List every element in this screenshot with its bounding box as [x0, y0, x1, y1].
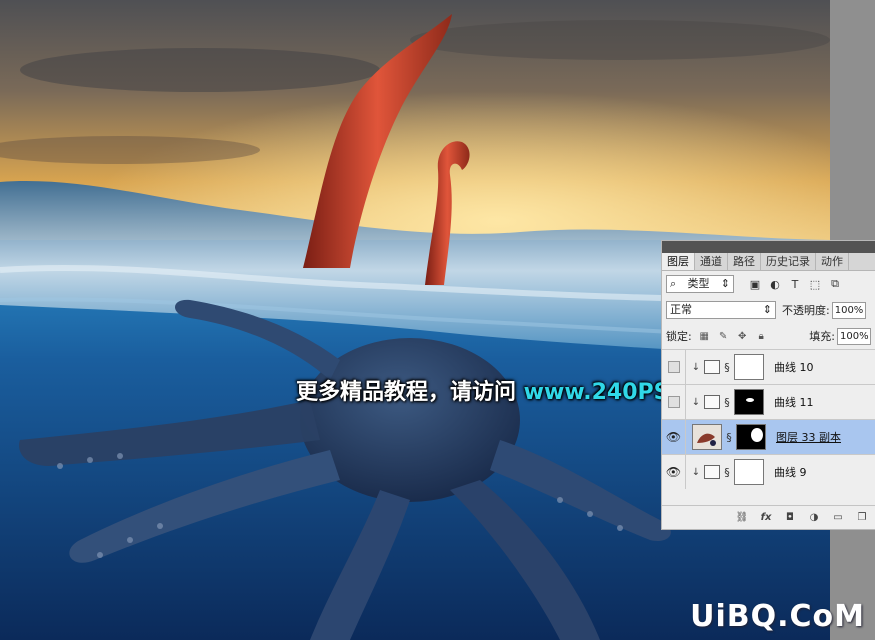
tab-channels[interactable]: 通道	[695, 253, 728, 270]
layer-mask-thumbnail[interactable]	[734, 354, 764, 380]
tab-paths[interactable]: 路径	[728, 253, 761, 270]
tab-layers[interactable]: 图层	[662, 253, 695, 270]
layer-mask-thumbnail[interactable]	[734, 459, 764, 485]
blend-mode-value: 正常	[670, 303, 692, 316]
hidden-eye-icon	[667, 361, 680, 373]
clipping-arrow-icon: ↓	[691, 361, 701, 373]
octopus-thumbnail	[693, 425, 721, 449]
link-icon[interactable]: §	[722, 466, 732, 479]
visibility-toggle[interactable]: 👁︎	[662, 455, 686, 489]
eye-icon: 👁︎	[665, 430, 682, 444]
lock-brush-icon[interactable]: ✎	[717, 330, 730, 343]
clipping-arrow-icon: ↓	[691, 466, 701, 478]
visibility-toggle[interactable]: 👁︎	[662, 420, 686, 454]
tab-actions[interactable]: 动作	[816, 253, 849, 270]
filter-value: 类型	[687, 277, 710, 290]
layer-row[interactable]: 👁︎ ↓ § 曲线 9	[662, 454, 875, 489]
blend-row: 正常 ⇕ 不透明度: 100%	[662, 297, 875, 323]
adjustment-layer-icon[interactable]: ◑	[807, 511, 821, 525]
curves-adjustment-icon	[704, 360, 720, 374]
fill-input[interactable]: 100%	[837, 327, 871, 345]
brand-logo: UiBQ.CoM	[690, 599, 865, 634]
lock-all-icon[interactable]: 🔒︎	[755, 330, 768, 343]
layer-row[interactable]: ↓ § 曲线 11	[662, 384, 875, 419]
link-icon[interactable]: §	[722, 361, 732, 374]
fx-icon[interactable]: fx	[759, 511, 773, 525]
lock-transparent-icon[interactable]: ▦	[698, 330, 711, 343]
spinner-icon: ⇕	[762, 303, 772, 316]
search-icon: ⌕	[670, 277, 677, 290]
layer-mask-thumbnail[interactable]	[736, 424, 766, 450]
link-icon[interactable]: §	[724, 431, 734, 444]
filter-row: ⌕ 类型 ⇕ ▣ ◐ T ⬚ ⧉	[662, 271, 875, 297]
layer-mask-thumbnail[interactable]	[734, 389, 764, 415]
blend-mode-select[interactable]: 正常 ⇕	[666, 301, 776, 319]
hidden-eye-icon	[667, 396, 680, 408]
mask-shape	[746, 398, 754, 402]
lock-move-icon[interactable]: ✥	[736, 330, 749, 343]
adjustment-filter-icon[interactable]: ◐	[768, 277, 782, 291]
visibility-toggle[interactable]	[662, 350, 686, 384]
visibility-toggle[interactable]	[662, 385, 686, 419]
folder-icon[interactable]: ▭	[831, 511, 845, 525]
smart-object-filter-icon[interactable]: ⧉	[828, 277, 842, 291]
panel-bottom-toolbar: ⛓ fx ◘ ◑ ▭ ❐	[662, 505, 875, 529]
layer-name[interactable]: 曲线 11	[774, 394, 814, 410]
panel-tabs: 图层 通道 路径 历史记录 动作	[662, 253, 875, 271]
link-icon[interactable]: §	[722, 396, 732, 409]
curves-adjustment-icon	[704, 395, 720, 409]
layers-panel: 图层 通道 路径 历史记录 动作 ⌕ 类型 ⇕ ▣ ◐ T ⬚ ⧉ 正常 ⇕ 不…	[661, 240, 875, 530]
link-layers-icon[interactable]: ⛓	[735, 511, 749, 525]
layer-row[interactable]: ↓ § 曲线 10	[662, 349, 875, 384]
fill-label: 填充:	[809, 330, 835, 343]
new-layer-icon[interactable]: ❐	[855, 511, 869, 525]
opacity-label: 不透明度:	[782, 304, 830, 317]
opacity-input[interactable]: 100%	[831, 301, 866, 319]
curves-adjustment-icon	[704, 465, 720, 479]
image-filter-icon[interactable]: ▣	[748, 277, 762, 291]
shape-filter-icon[interactable]: ⬚	[808, 277, 822, 291]
lock-label: 锁定:	[666, 330, 692, 343]
layer-name[interactable]: 曲线 10	[774, 359, 814, 375]
eye-icon: 👁︎	[665, 465, 682, 479]
tab-history[interactable]: 历史记录	[761, 253, 816, 270]
layer-row-selected[interactable]: 👁︎ § 图层 33 副本	[662, 419, 875, 454]
layer-thumbnail[interactable]	[692, 424, 722, 450]
add-mask-icon[interactable]: ◘	[783, 511, 797, 525]
type-filter-icon[interactable]: T	[788, 277, 802, 291]
layer-name[interactable]: 图层 33 副本	[776, 429, 841, 445]
spinner-icon: ⇕	[720, 277, 730, 290]
layer-name[interactable]: 曲线 9	[774, 464, 807, 480]
mask-shape	[751, 428, 763, 442]
clipping-arrow-icon: ↓	[691, 396, 701, 408]
layer-filter-select[interactable]: ⌕ 类型 ⇕	[666, 275, 734, 293]
watermark-caption: 更多精品教程，请访问	[296, 380, 524, 405]
panel-titlebar[interactable]	[662, 241, 875, 253]
lock-row: 锁定: ▦ ✎ ✥ 🔒︎ 填充: 100%	[662, 323, 875, 349]
